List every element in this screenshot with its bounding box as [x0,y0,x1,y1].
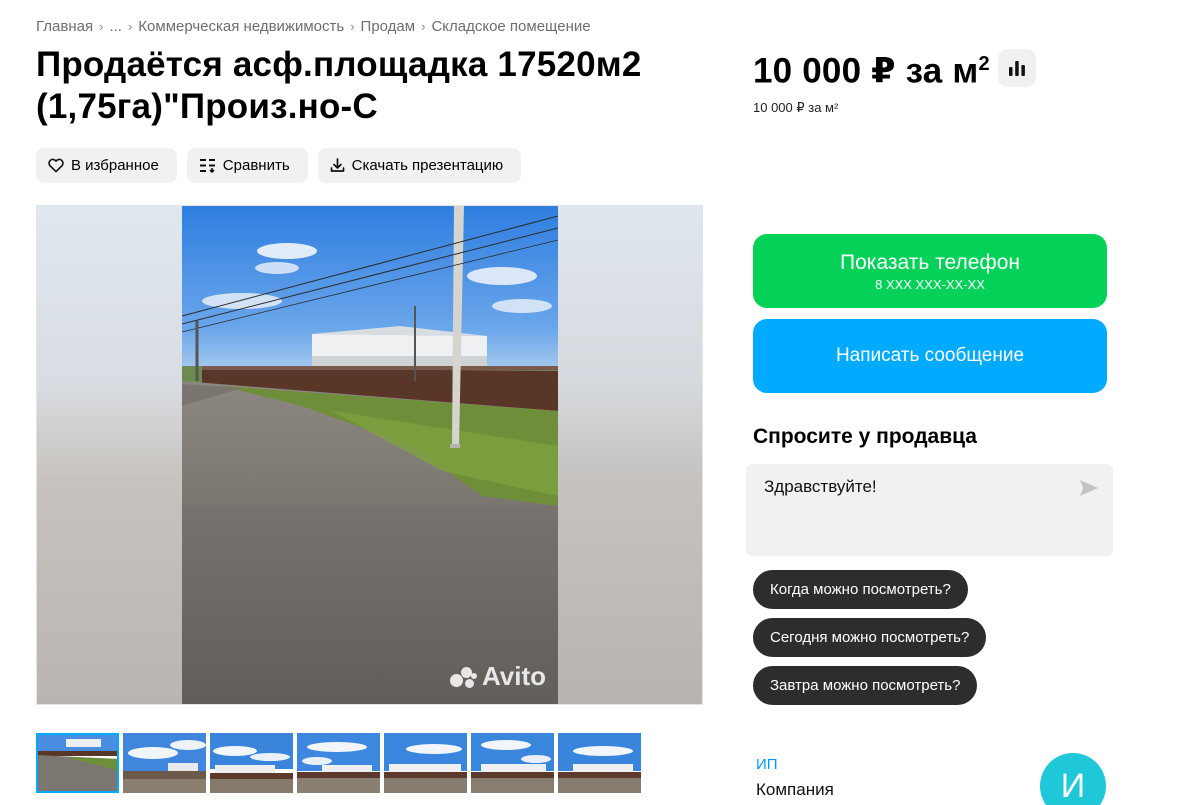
thumbnail[interactable] [471,733,554,793]
thumbnail[interactable] [36,733,119,793]
breadcrumb-ellipsis[interactable]: ... [109,18,122,35]
thumbnail-image [297,733,380,793]
favorite-button[interactable]: В избранное [36,148,177,183]
quick-question-chip[interactable]: Когда можно посмотреть? [753,570,968,609]
thumbnail-image [558,733,641,793]
avito-watermark: Avito [449,661,546,692]
gallery-blur-right [557,206,702,704]
compare-button[interactable]: Сравнить [186,148,308,183]
price-main: 10 000 ₽ за м2 [753,42,1036,94]
thumbnail-image [384,733,467,793]
chevron-right-icon: › [350,19,355,34]
chevron-right-icon: › [127,19,133,34]
chevron-right-icon: › [421,19,426,34]
photo-gallery[interactable]: Avito [36,205,703,705]
thumbnail-image [123,733,206,793]
contact-panel: Показать телефон 8 XXX XXX-XX-XX Написат… [753,234,1107,393]
breadcrumb-warehouse[interactable]: Складское помещение [431,18,590,35]
listing-photo-image [182,206,558,704]
chevron-right-icon: › [99,19,104,34]
thumbnail-strip [36,733,641,793]
show-phone-button[interactable]: Показать телефон 8 XXX XXX-XX-XX [753,234,1107,308]
price-per-unit: 10 000 ₽ за м² [753,99,839,115]
thumbnail[interactable] [123,733,206,793]
seller-type[interactable]: ИП [756,756,778,773]
thumbnail-image [36,733,119,793]
quick-questions: Когда можно посмотреть? Сегодня можно по… [753,570,987,705]
download-icon [330,158,344,172]
download-presentation-button[interactable]: Скачать презентацию [317,148,522,183]
thumbnail-image [210,733,293,793]
gallery-blur-left [37,206,182,704]
price-history-button[interactable] [997,48,1036,87]
phone-masked: 8 XXX XXX-XX-XX [875,276,985,292]
compare-icon [199,159,215,173]
price-value-text: 10 000 ₽ за м [753,51,979,91]
ask-seller-input[interactable]: Здравствуйте! [764,477,877,497]
breadcrumb: Главная › ... › Коммерческая недвижимост… [36,18,591,35]
price-value: 10 000 ₽ за м2 [753,42,990,94]
heart-icon [48,158,64,173]
page-title: Продаётся асф.площадка 17520м2 (1,75га)"… [36,45,642,126]
write-message-button[interactable]: Написать сообщение [753,319,1107,393]
avito-logo-icon [449,665,478,689]
quick-question-chip[interactable]: Сегодня можно посмотреть? [753,618,987,657]
show-phone-label: Показать телефон [840,250,1020,274]
thumbnail[interactable] [210,733,293,793]
thumbnail[interactable] [558,733,641,793]
ask-seller-title: Спросите у продавца [753,425,977,448]
avito-watermark-text: Avito [481,661,546,691]
ask-seller-box[interactable]: Здравствуйте! [746,464,1113,556]
write-message-label: Написать сообщение [835,345,1025,366]
thumbnail[interactable] [297,733,380,793]
main-photo[interactable]: Avito [182,206,558,704]
favorite-button-label: В избранное [71,157,159,174]
download-button-label: Скачать презентацию [351,157,504,174]
breadcrumb-commercial[interactable]: Коммерческая недвижимость [138,18,344,35]
thumbnail[interactable] [384,733,467,793]
price-block: 10 000 ₽ за м2 10 000 ₽ за м² [753,42,1036,116]
thumbnail-image [471,733,554,793]
seller-name[interactable]: Компания [756,780,834,800]
quick-question-chip[interactable]: Завтра можно посмотреть? [753,666,978,705]
bar-chart-icon [1008,60,1025,76]
breadcrumb-home[interactable]: Главная [36,18,93,35]
seller-avatar[interactable]: И [1040,753,1106,805]
price-unit-superscript: 2 [978,53,990,75]
send-icon[interactable] [1079,479,1099,502]
listing-actions: В избранное Сравнить Скачать презентацию [36,148,522,183]
breadcrumb-sell[interactable]: Продам [361,18,416,35]
compare-button-label: Сравнить [222,157,290,174]
